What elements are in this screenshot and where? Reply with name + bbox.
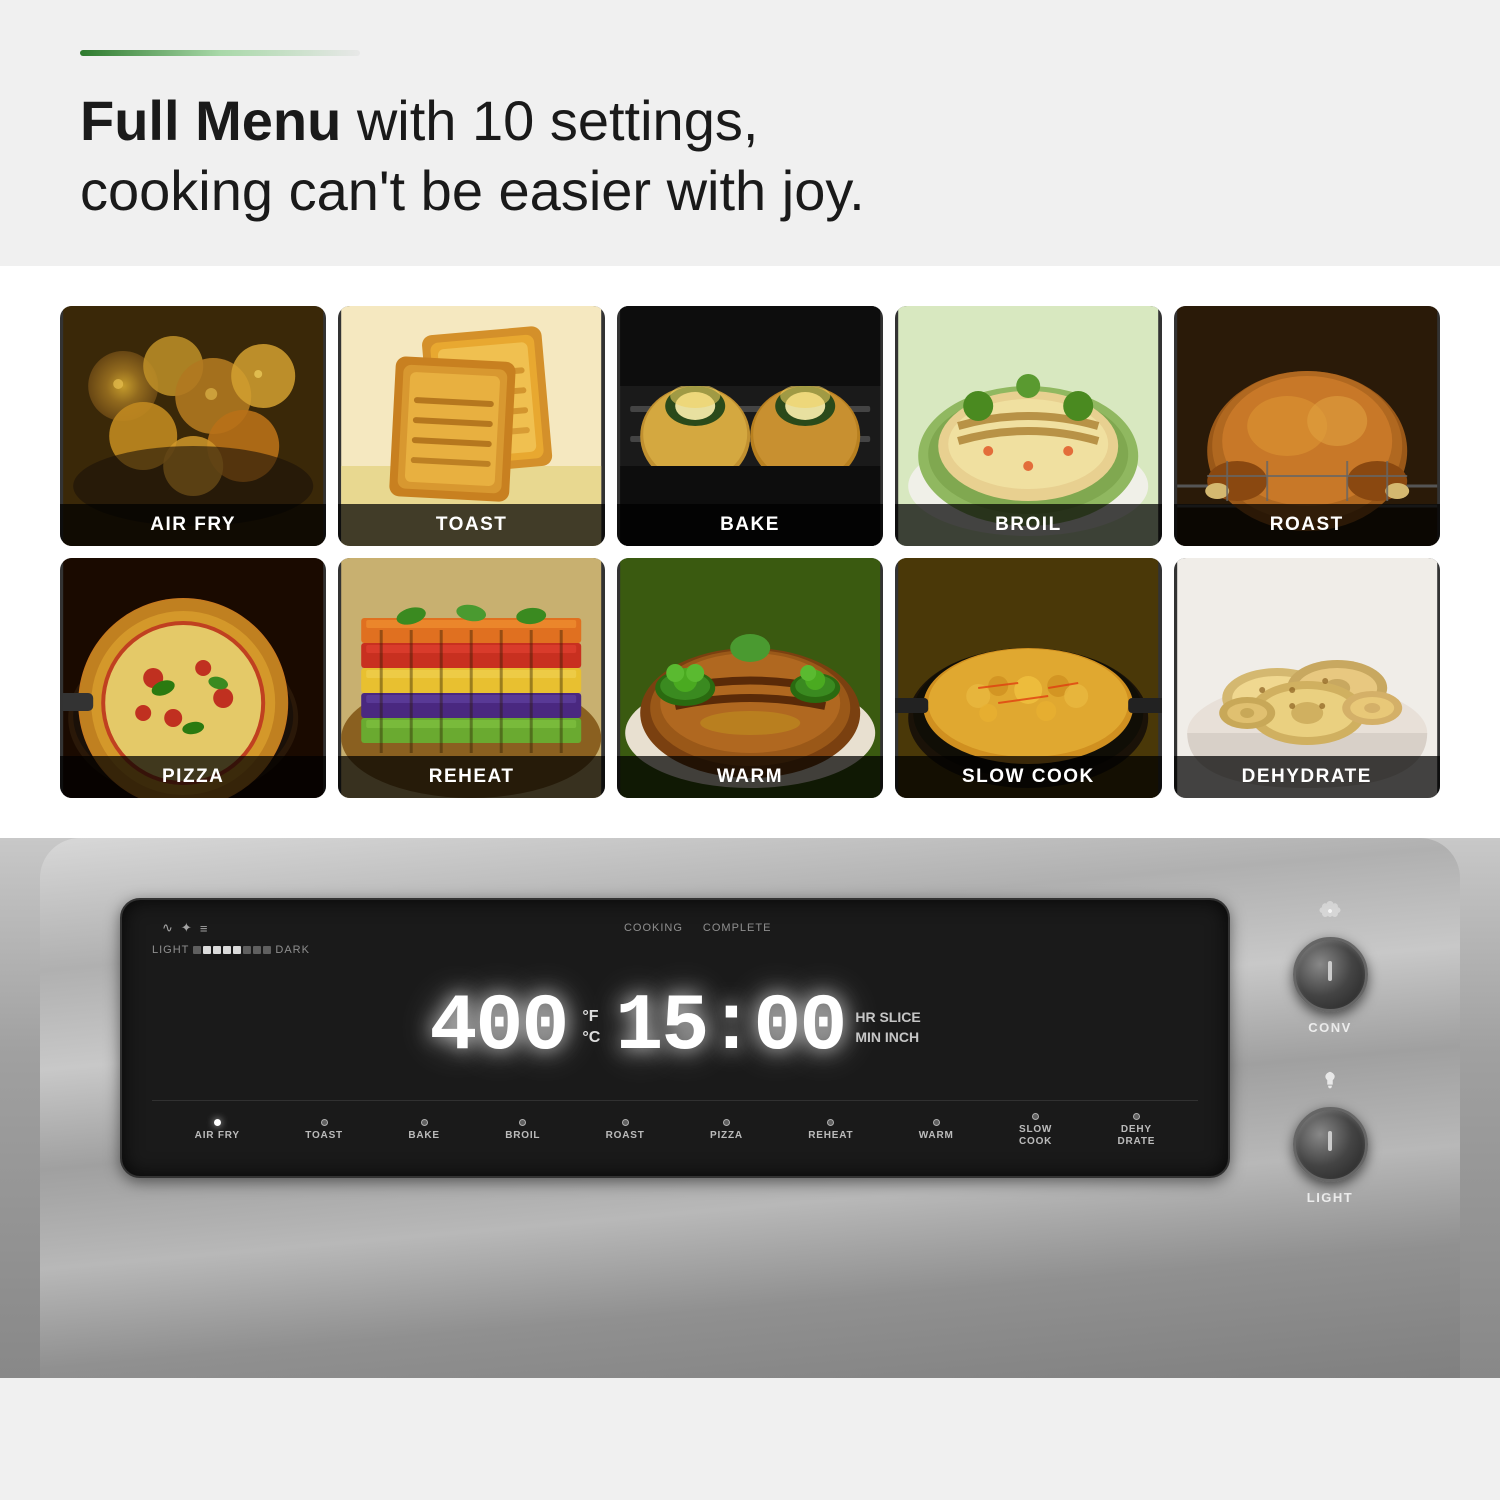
mode-dot-reheat <box>827 1119 834 1126</box>
mode-label-toast: TOAST <box>305 1130 343 1142</box>
label-toast: TOAST <box>338 504 604 546</box>
status-row: ∿ ✦ ≡ COOKING COMPLETE <box>152 920 1198 936</box>
headline-bold: Full Menu <box>80 89 341 152</box>
wifi-icon: ∿ <box>162 920 173 936</box>
light-seg-2 <box>203 946 211 954</box>
status-icons-left: ∿ ✦ ≡ <box>162 920 207 936</box>
grid-item-reheat[interactable]: REHEAT <box>338 558 604 798</box>
mode-label-roast: ROAST <box>606 1130 645 1142</box>
right-controls: CONV LIGHT <box>1250 898 1410 1205</box>
grid-item-slow-cook[interactable]: SLOW COOK <box>895 558 1161 798</box>
mode-dot-roast <box>622 1119 629 1126</box>
light-seg-4 <box>223 946 231 954</box>
mode-btn-warm[interactable]: WARM <box>919 1119 954 1142</box>
time-unit-column: HR SLICE MIN INCH <box>855 1008 920 1047</box>
mode-btn-reheat[interactable]: REHEAT <box>808 1119 853 1142</box>
time-display: 15:00 <box>615 988 845 1068</box>
mode-btn-bake[interactable]: BAKE <box>408 1119 440 1142</box>
grid-item-toast[interactable]: TOAST <box>338 306 604 546</box>
celsius-unit: °C <box>582 1028 600 1049</box>
mode-label-warm: WARM <box>919 1130 954 1142</box>
mode-dot-toast <box>321 1119 328 1126</box>
mode-buttons-row: AIR FRY TOAST BAKE BROIL ROAST <box>152 1100 1198 1156</box>
light-control-group: LIGHT <box>1293 1070 1368 1205</box>
mode-label-pizza: PIZZA <box>710 1130 743 1142</box>
label-pizza: PIZZA <box>60 756 326 798</box>
light-seg-1 <box>193 946 201 954</box>
mode-btn-toast[interactable]: TOAST <box>305 1119 343 1142</box>
mode-dot-warm <box>933 1119 940 1126</box>
light-label-knob: LIGHT <box>1307 1190 1354 1205</box>
grid-item-pizza[interactable]: PIZZA <box>60 558 326 798</box>
label-roast: ROAST <box>1174 504 1440 546</box>
fan-icon: ✦ <box>181 920 192 936</box>
led-display: 400 °F °C 15:00 HR SLICE MIN INCH <box>429 988 920 1068</box>
temp-unit-column: °F °C <box>582 1007 600 1049</box>
light-icon <box>1319 1070 1341 1097</box>
label-broil: BROIL <box>895 504 1161 546</box>
mode-dot-air-fry <box>214 1119 221 1126</box>
fahrenheit-unit: °F <box>582 1007 598 1028</box>
mode-btn-slow-cook[interactable]: SLOWCOOK <box>1019 1113 1052 1148</box>
mode-dot-pizza <box>723 1119 730 1126</box>
mode-label-dehydrate: DEHYDRATE <box>1118 1124 1156 1148</box>
conv-knob[interactable] <box>1293 937 1368 1012</box>
mode-label-air-fry: AIR FRY <box>195 1130 240 1142</box>
label-air-fry: AIR FRY <box>60 504 326 546</box>
light-label: LIGHT <box>152 944 189 956</box>
mode-btn-air-fry[interactable]: AIR FRY <box>195 1119 240 1142</box>
header-section: Full Menu with 10 settings,cooking can't… <box>0 0 1500 266</box>
min-unit: MIN INCH <box>855 1028 920 1048</box>
mode-label-slow-cook: SLOWCOOK <box>1019 1124 1052 1148</box>
grid-item-air-fry[interactable]: AIR FRY <box>60 306 326 546</box>
dark-label: DARK <box>275 944 310 956</box>
hr-unit: HR SLICE <box>855 1008 920 1028</box>
headline: Full Menu with 10 settings,cooking can't… <box>80 86 1420 226</box>
grid-item-bake[interactable]: BAKE <box>617 306 883 546</box>
cooking-label: COOKING <box>624 922 683 934</box>
conv-icon <box>1318 898 1342 927</box>
mode-dot-slow-cook <box>1032 1113 1039 1120</box>
complete-label: COMPLETE <box>703 922 772 934</box>
mode-btn-broil[interactable]: BROIL <box>505 1119 540 1142</box>
light-knob[interactable] <box>1293 1107 1368 1182</box>
mode-label-broil: BROIL <box>505 1130 540 1142</box>
grid-item-warm[interactable]: WARM <box>617 558 883 798</box>
mode-btn-pizza[interactable]: PIZZA <box>710 1119 743 1142</box>
mode-dot-dehydrate <box>1133 1113 1140 1120</box>
mode-btn-roast[interactable]: ROAST <box>606 1119 645 1142</box>
mode-dot-bake <box>421 1119 428 1126</box>
light-seg-7 <box>253 946 261 954</box>
conv-control-group: CONV <box>1293 898 1368 1035</box>
grid-item-roast[interactable]: ROAST <box>1174 306 1440 546</box>
mode-label-reheat: REHEAT <box>808 1130 853 1142</box>
light-seg-5 <box>233 946 241 954</box>
mode-label-bake: BAKE <box>408 1130 440 1142</box>
mode-btn-dehydrate[interactable]: DEHYDRATE <box>1118 1113 1156 1148</box>
menu-icon: ≡ <box>200 921 208 936</box>
label-reheat: REHEAT <box>338 756 604 798</box>
grid-item-broil[interactable]: BROIL <box>895 306 1161 546</box>
control-panel: ∿ ✦ ≡ COOKING COMPLETE L <box>120 898 1230 1178</box>
light-seg-6 <box>243 946 251 954</box>
green-accent-bar <box>80 50 360 56</box>
display-area: 400 °F °C 15:00 HR SLICE MIN INCH <box>152 956 1198 1100</box>
light-seg-3 <box>213 946 221 954</box>
label-bake: BAKE <box>617 504 883 546</box>
appliance-body: ∿ ✦ ≡ COOKING COMPLETE L <box>40 838 1460 1378</box>
label-slow-cook: SLOW COOK <box>895 756 1161 798</box>
light-seg-8 <box>263 946 271 954</box>
appliance-section: ∿ ✦ ≡ COOKING COMPLETE L <box>0 838 1500 1378</box>
light-bar: LIGHT DARK <box>152 944 1198 956</box>
label-warm: WARM <box>617 756 883 798</box>
cooking-grid: AIR FRY <box>60 306 1440 798</box>
label-dehydrate: DEHYDRATE <box>1174 756 1440 798</box>
cooking-grid-section: AIR FRY <box>0 266 1500 838</box>
temperature-display: 400 <box>429 988 567 1068</box>
mode-dot-broil <box>519 1119 526 1126</box>
conv-label: CONV <box>1308 1020 1352 1035</box>
grid-item-dehydrate[interactable]: DEHYDRATE <box>1174 558 1440 798</box>
